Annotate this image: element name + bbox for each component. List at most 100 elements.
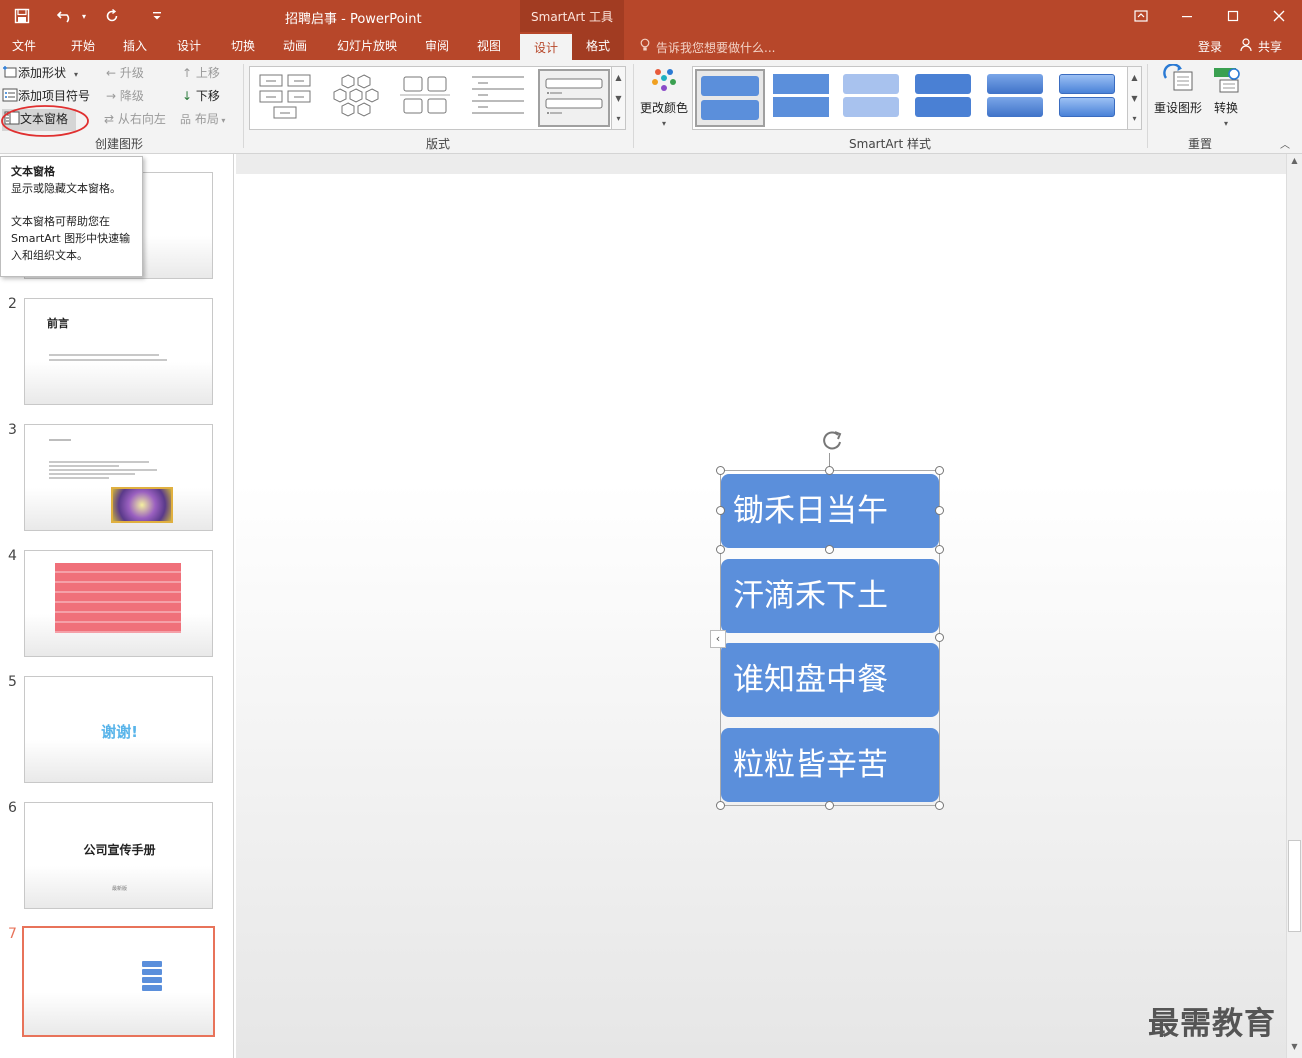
- reset-graphic-icon: [1163, 64, 1193, 91]
- scroll-thumb[interactable]: [1288, 840, 1301, 932]
- gallery-scroll-down[interactable]: ▼: [611, 88, 625, 109]
- minimize-icon[interactable]: [1164, 0, 1210, 32]
- slide-thumbnail-5[interactable]: 谢谢!: [24, 676, 213, 783]
- move-down-button[interactable]: ↓ 下移: [182, 86, 220, 106]
- change-colors-button[interactable]: 更改颜色 ▾: [638, 64, 690, 130]
- tab-transitions[interactable]: 切换: [220, 32, 266, 60]
- scroll-down-icon[interactable]: ▼: [1289, 1042, 1300, 1056]
- thumb-title: 公司宣传手册: [83, 843, 156, 857]
- resize-handle[interactable]: [825, 466, 834, 475]
- style-item[interactable]: [913, 73, 973, 117]
- undo-dropdown-icon[interactable]: ▾: [78, 0, 90, 32]
- resize-handle[interactable]: [935, 506, 944, 515]
- resize-handle[interactable]: [935, 801, 944, 810]
- style-item-selected[interactable]: [695, 69, 765, 127]
- layout-item[interactable]: [468, 71, 528, 123]
- thumb-title: 前言: [47, 317, 69, 330]
- demote-button[interactable]: → 降级: [106, 86, 144, 106]
- redo-icon[interactable]: [100, 0, 124, 32]
- style-item[interactable]: [1057, 73, 1117, 117]
- reset-graphic-button[interactable]: 重设图形: [1152, 64, 1206, 124]
- slide-thumbnail-6[interactable]: 公司宣传手册 最新版: [24, 802, 213, 909]
- smartart-node-2[interactable]: 汗滴禾下土: [721, 559, 939, 633]
- right-to-left-button[interactable]: ⇄ 从右向左: [104, 109, 166, 129]
- gallery-more[interactable]: ▾: [611, 109, 625, 129]
- scroll-up-icon[interactable]: ▲: [1289, 156, 1300, 170]
- slide-thumbnail-4[interactable]: [24, 550, 213, 657]
- tab-slideshow[interactable]: 幻灯片放映: [328, 32, 406, 60]
- sign-in-link[interactable]: 登录: [1198, 38, 1222, 55]
- add-bullet-icon: [2, 88, 18, 102]
- layout-item[interactable]: [256, 71, 316, 123]
- slide-thumbnail-2[interactable]: 前言: [24, 298, 213, 405]
- ribbon-display-options-icon[interactable]: [1118, 0, 1164, 32]
- convert-button[interactable]: 转换 ▾: [1208, 64, 1248, 130]
- smartart-node-4[interactable]: 粒粒皆辛苦: [721, 728, 939, 802]
- gallery-scroll-up[interactable]: ▲: [611, 67, 625, 88]
- rotate-handle-icon[interactable]: [819, 427, 845, 453]
- style-item[interactable]: [985, 73, 1045, 117]
- layout-item[interactable]: [396, 71, 456, 123]
- layout-button[interactable]: 品 布局 ▾: [180, 109, 225, 129]
- tab-home[interactable]: 开始: [58, 32, 108, 60]
- add-bullet-button[interactable]: 添加项目符号: [2, 86, 90, 106]
- resize-handle[interactable]: [825, 545, 834, 554]
- tab-smartart-design[interactable]: 设计: [520, 32, 572, 60]
- thumb-smartart-box: [142, 985, 162, 991]
- save-icon[interactable]: [8, 0, 36, 32]
- share-button[interactable]: 共享: [1258, 38, 1282, 55]
- slide-number: 4: [8, 548, 17, 564]
- demote-label: 降级: [119, 89, 144, 103]
- tab-review[interactable]: 审阅: [414, 32, 460, 60]
- style-item[interactable]: [771, 73, 831, 117]
- style-swatch: [701, 100, 759, 120]
- resize-handle[interactable]: [716, 545, 725, 554]
- thumb-text-line: [49, 359, 167, 361]
- maximize-icon[interactable]: [1210, 0, 1256, 32]
- tab-file[interactable]: 文件: [0, 32, 48, 60]
- resize-handle[interactable]: [935, 545, 944, 554]
- convert-dropdown-icon: ▾: [1224, 119, 1229, 128]
- slide-thumbnail-3[interactable]: [24, 424, 213, 531]
- tab-insert[interactable]: 插入: [112, 32, 158, 60]
- gallery-scroll-down[interactable]: ▼: [1127, 88, 1141, 109]
- layout-item-selected[interactable]: [538, 69, 610, 127]
- close-icon[interactable]: [1256, 0, 1302, 32]
- tab-view[interactable]: 视图: [466, 32, 512, 60]
- resize-handle[interactable]: [935, 633, 944, 642]
- thumb-smartart-box: [142, 961, 162, 967]
- rtl-icon: ⇄: [104, 112, 115, 126]
- tell-me-input[interactable]: 告诉我您想要做什么...: [656, 39, 775, 56]
- lightbulb-icon: [640, 38, 650, 51]
- undo-icon[interactable]: [52, 0, 80, 32]
- gallery-more[interactable]: ▾: [1127, 109, 1141, 129]
- gallery-scroll-up[interactable]: ▲: [1127, 67, 1141, 88]
- customize-qat-icon[interactable]: [148, 0, 166, 32]
- style-item[interactable]: [841, 73, 901, 117]
- resize-handle[interactable]: [716, 506, 725, 515]
- smartart-styles-gallery[interactable]: ▲ ▼ ▾: [692, 66, 1142, 130]
- resize-handle[interactable]: [716, 801, 725, 810]
- tab-smartart-format[interactable]: 格式: [572, 32, 624, 60]
- layout-item[interactable]: [326, 71, 386, 123]
- collapse-ribbon-icon[interactable]: ︿: [1280, 136, 1290, 151]
- text-pane-toggle-chevron-icon[interactable]: ‹: [710, 630, 726, 648]
- smartart-node-3[interactable]: 谁知盘中餐: [721, 643, 939, 717]
- tab-design[interactable]: 设计: [166, 32, 212, 60]
- smartart-node-1[interactable]: 锄禾日当午: [721, 474, 939, 548]
- slide-thumbnail-pane: 2 前言 3 4 5 谢谢! 6 公司宣传手册 最新版 7: [0, 154, 234, 1058]
- move-up-button[interactable]: ↑ 上移: [182, 63, 220, 83]
- vertical-scrollbar[interactable]: ▲ ▼: [1286, 154, 1302, 1058]
- add-shape-button[interactable]: 添加形状 ▾: [2, 63, 78, 83]
- promote-label: 升级: [119, 66, 144, 80]
- add-bullet-label: 添加项目符号: [18, 89, 91, 103]
- tab-animations[interactable]: 动画: [272, 32, 318, 60]
- resize-handle[interactable]: [716, 466, 725, 475]
- slide-thumbnail-7-selected[interactable]: [22, 926, 215, 1037]
- slide-canvas[interactable]: 锄禾日当午 汗滴禾下土 谁知盘中餐 粒粒皆辛苦 ‹: [236, 174, 1286, 1058]
- layout-label: 布局: [194, 112, 219, 126]
- promote-button[interactable]: ← 升级: [106, 63, 144, 83]
- layouts-gallery[interactable]: ▲ ▼ ▾: [249, 66, 626, 130]
- resize-handle[interactable]: [825, 801, 834, 810]
- resize-handle[interactable]: [935, 466, 944, 475]
